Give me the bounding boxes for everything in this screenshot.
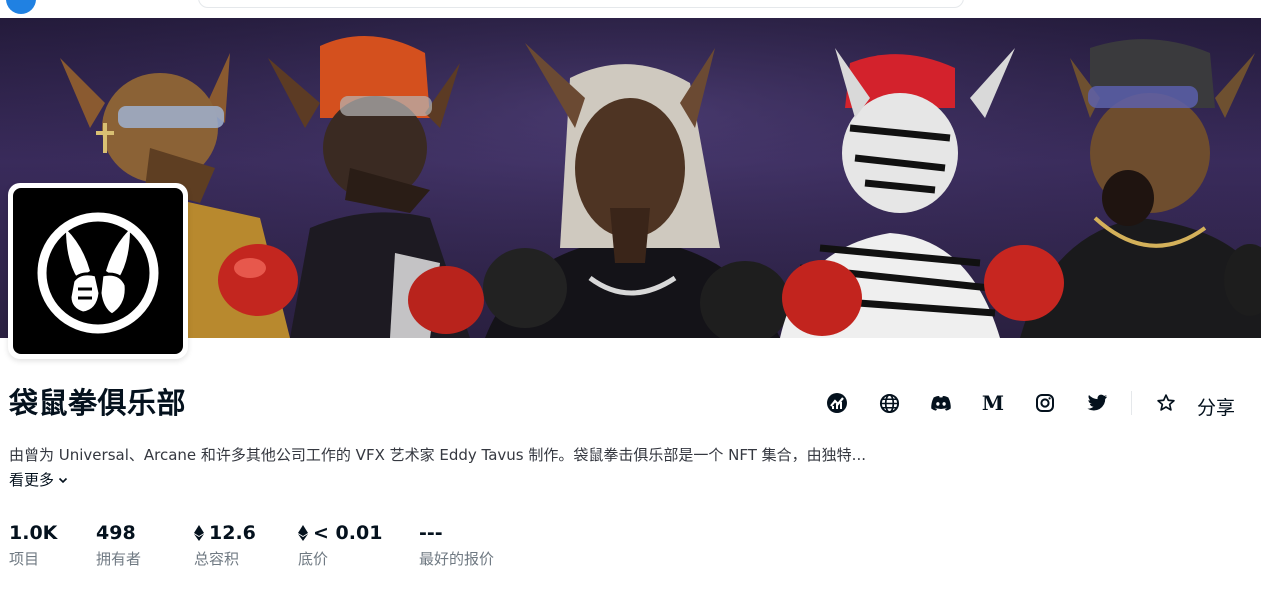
banner-artwork [0,18,1261,338]
actions-divider [1131,391,1132,415]
stat-best-offer-value: --- [419,522,443,544]
stat-owners-label: 拥有者 [96,550,142,568]
chevron-down-icon [58,477,68,483]
stat-best-offer-label: 最好的报价 [419,550,495,568]
see-more-button[interactable]: 看更多 [9,469,69,490]
discord-icon[interactable] [929,391,953,415]
collection-description: 由曾为 Universal、Arcane 和许多其他公司工作的 VFX 艺术家 … [9,446,866,464]
stat-items-label: 项目 [9,550,40,568]
stat-floor-price-value: < 0.01 [298,522,382,544]
stat-total-volume-value: 12.6 [194,522,256,544]
star-icon[interactable] [1154,391,1178,415]
see-more-label: 看更多 [9,471,55,489]
stat-items-value: 1.0K [9,522,58,544]
collection-logo [13,188,183,354]
stat-floor-price-label: 底价 [298,550,329,568]
stat-owners[interactable]: 498 拥有者 [96,522,141,569]
top-navigation [0,0,1261,18]
stat-total-volume-label: 总容积 [194,550,240,568]
kangaroo-glove-logo-icon [37,212,159,334]
search-input[interactable] [198,0,964,8]
stat-items[interactable]: 1.0K 项目 [9,522,57,569]
stat-best-offer[interactable]: --- 最好的报价 [419,522,494,569]
activity-icon[interactable] [825,391,849,415]
collection-title: 袋鼠拳俱乐部 [9,386,187,420]
collection-avatar [8,183,188,359]
ethereum-icon [298,525,308,541]
stat-floor-price[interactable]: < 0.01 底价 [298,522,382,569]
collection-banner [0,18,1261,338]
instagram-icon[interactable] [1033,391,1057,415]
twitter-icon[interactable] [1085,391,1109,415]
medium-icon[interactable]: M [981,391,1005,415]
globe-icon[interactable] [877,391,901,415]
share-button[interactable]: 分享 [1197,393,1235,420]
stat-total-volume[interactable]: 12.6 总容积 [194,522,256,569]
stat-owners-value: 498 [96,522,136,544]
ethereum-icon [194,525,204,541]
collection-actions: M 分享 [820,389,1250,420]
opensea-logo-icon[interactable] [6,0,36,14]
